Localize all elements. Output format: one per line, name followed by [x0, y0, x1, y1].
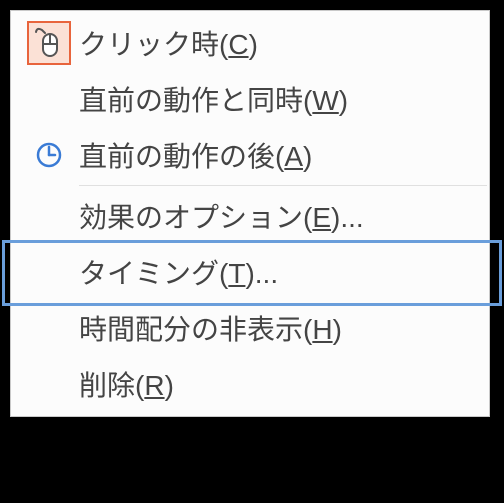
menu-item-hide-timeline[interactable]: 時間配分の非表示(H) [13, 300, 487, 356]
clock-icon [27, 133, 71, 177]
menu-item-after-previous[interactable]: 直前の動作の後(A) [13, 127, 487, 183]
mouse-click-icon [27, 21, 71, 65]
menu-item-effect-options[interactable]: 効果のオプション(E)... [13, 188, 487, 244]
menu-item-label: 直前の動作と同時(W) [79, 79, 348, 119]
menu-item-timing[interactable]: タイミング(T)... [13, 244, 487, 300]
menu-separator [79, 185, 487, 186]
menu-item-label: 効果のオプション(E)... [79, 196, 364, 236]
menu-item-with-previous[interactable]: 直前の動作と同時(W) [13, 71, 487, 127]
menu-item-remove[interactable]: 削除(R) [13, 356, 487, 412]
menu-item-label: 直前の動作の後(A) [79, 135, 312, 175]
menu-item-label: タイミング(T)... [79, 252, 278, 292]
context-menu: クリック時(C) 直前の動作と同時(W) 直前の動作の後(A) [10, 10, 490, 417]
menu-item-label: 時間配分の非表示(H) [79, 308, 342, 348]
menu-item-on-click[interactable]: クリック時(C) [13, 15, 487, 71]
menu-item-label: クリック時(C) [79, 23, 258, 63]
menu-item-label: 削除(R) [79, 364, 174, 404]
